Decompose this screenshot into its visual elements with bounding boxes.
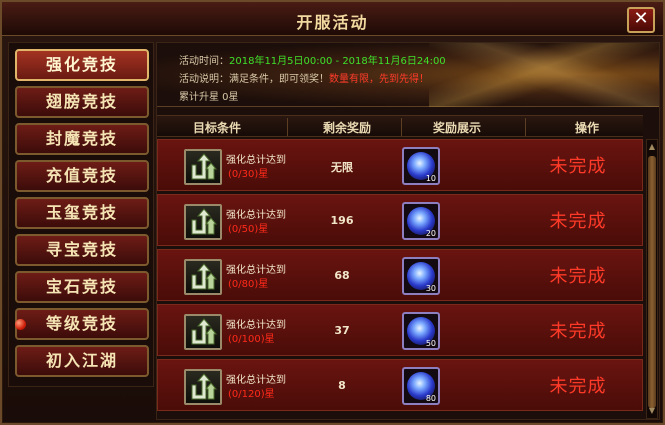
event-desc-highlight: 数量有限，先到先得！ (329, 74, 429, 85)
reward-quantity: 50 (425, 339, 436, 348)
upgrade-arrows-icon (184, 204, 222, 240)
header-divider (525, 118, 526, 136)
sidebar-item-treasure[interactable]: 寻宝竞技 (15, 234, 149, 266)
remaining-count: 无限 (331, 161, 353, 174)
event-total: 累计升星 0星 (179, 92, 239, 103)
event-window: 开服活动 ✕ 强化竞技 翅膀竞技 封魔竞技 充值竞技 玉玺竞技 寻宝竞技 宝石竞… (0, 0, 665, 425)
reward-slot[interactable]: 10 (402, 147, 440, 185)
notification-dot-icon (15, 319, 26, 330)
status-label: 未完成 (549, 211, 607, 232)
reward-slot[interactable]: 30 (402, 257, 440, 295)
sidebar-item-strengthen[interactable]: 强化竞技 (15, 49, 149, 81)
table-row: 强化总计达到 (0/30)星 无限 10 未完成 (157, 139, 643, 191)
close-button[interactable]: ✕ (627, 7, 655, 33)
event-time: 活动时间：2018年11月5日00:00 - 2018年11月6日24:00 (179, 52, 446, 67)
sidebar-item-label: 玉玺竞技 (45, 203, 118, 222)
remaining-count: 8 (338, 379, 346, 392)
sidebar-item-label: 寻宝竞技 (45, 240, 118, 259)
scroll-up-arrow-icon[interactable]: ▲ (647, 142, 657, 152)
scroll-down-arrow-icon[interactable]: ▼ (647, 406, 657, 416)
header-divider (287, 118, 288, 136)
header-reward: 奖励展示 (432, 121, 481, 135)
remaining-count: 196 (330, 214, 354, 227)
reward-quantity: 30 (425, 284, 436, 293)
event-description: 活动说明：满足条件，即可领奖！数量有限，先到先得！ (179, 70, 429, 85)
sidebar-item-level[interactable]: 等级竞技 (15, 308, 149, 340)
upgrade-arrows-icon (184, 149, 222, 185)
banner-glow (429, 43, 659, 107)
condition-text: 强化总计达到 (226, 265, 286, 276)
header-remaining: 剩余奖励 (322, 121, 371, 135)
title-bar: 开服活动 ✕ (2, 2, 663, 36)
status-label: 未完成 (549, 321, 607, 342)
sidebar-item-jade-seal[interactable]: 玉玺竞技 (15, 197, 149, 229)
condition-text: 强化总计达到 (226, 155, 286, 166)
window-title: 开服活动 (296, 13, 369, 32)
sidebar-item-newcomer[interactable]: 初入江湖 (15, 345, 149, 377)
condition-progress: (0/100)星 (228, 334, 275, 345)
reward-quantity: 80 (425, 394, 436, 403)
event-time-label: 活动时间： (179, 56, 229, 67)
sidebar-item-label: 封魔竞技 (45, 129, 118, 148)
remaining-count: 37 (334, 324, 350, 337)
header-divider (401, 118, 402, 136)
table-row: 强化总计达到 (0/120)星 8 80 未完成 (157, 359, 643, 411)
table-header: 目标条件 剩余奖励 奖励展示 操作 (157, 115, 643, 137)
event-desc-label: 活动说明：满足条件，即可领奖！ (179, 74, 329, 85)
condition-progress: (0/120)星 (228, 389, 275, 400)
sidebar-item-gem[interactable]: 宝石竞技 (15, 271, 149, 303)
status-label: 未完成 (549, 266, 607, 287)
upgrade-arrows-icon (184, 314, 222, 350)
condition-progress: (0/50)星 (228, 224, 269, 235)
header-condition: 目标条件 (192, 121, 241, 135)
condition-progress: (0/30)星 (228, 169, 269, 180)
sidebar-item-label: 宝石竞技 (45, 277, 118, 296)
scrollbar[interactable]: ▲ ▼ (646, 139, 658, 419)
condition-text: 强化总计达到 (226, 210, 286, 221)
remaining-count: 68 (334, 269, 350, 282)
table-row: 强化总计达到 (0/50)星 196 20 未完成 (157, 194, 643, 246)
sidebar-item-recharge[interactable]: 充值竞技 (15, 160, 149, 192)
table-row: 强化总计达到 (0/100)星 37 50 未完成 (157, 304, 643, 356)
status-label: 未完成 (549, 156, 607, 177)
reward-slot[interactable]: 50 (402, 312, 440, 350)
header-action: 操作 (574, 121, 599, 135)
scroll-thumb[interactable] (648, 156, 656, 408)
sidebar-item-wings[interactable]: 翅膀竞技 (15, 86, 149, 118)
sidebar-item-label: 等级竞技 (45, 314, 118, 333)
upgrade-arrows-icon (184, 369, 222, 405)
reward-quantity: 20 (425, 229, 436, 238)
condition-text: 强化总计达到 (226, 375, 286, 386)
sidebar-item-seal-demon[interactable]: 封魔竞技 (15, 123, 149, 155)
reward-slot[interactable]: 20 (402, 202, 440, 240)
reward-quantity: 10 (425, 174, 436, 183)
table-row: 强化总计达到 (0/80)星 68 30 未完成 (157, 249, 643, 301)
main-panel: 活动时间：2018年11月5日00:00 - 2018年11月6日24:00 活… (156, 42, 660, 420)
sidebar-item-label: 充值竞技 (45, 166, 118, 185)
upgrade-arrows-icon (184, 259, 222, 295)
event-info-box: 活动时间：2018年11月5日00:00 - 2018年11月6日24:00 活… (157, 43, 659, 107)
sidebar-item-label: 强化竞技 (45, 55, 118, 74)
sidebar-item-label: 翅膀竞技 (45, 92, 118, 111)
event-time-value: 2018年11月5日00:00 - 2018年11月6日24:00 (229, 56, 446, 67)
status-label: 未完成 (549, 376, 607, 397)
sidebar: 强化竞技 翅膀竞技 封魔竞技 充值竞技 玉玺竞技 寻宝竞技 宝石竞技 等级竞技 … (8, 42, 154, 387)
reward-slot[interactable]: 80 (402, 367, 440, 405)
sidebar-item-label: 初入江湖 (45, 351, 118, 370)
condition-text: 强化总计达到 (226, 320, 286, 331)
condition-progress: (0/80)星 (228, 279, 269, 290)
